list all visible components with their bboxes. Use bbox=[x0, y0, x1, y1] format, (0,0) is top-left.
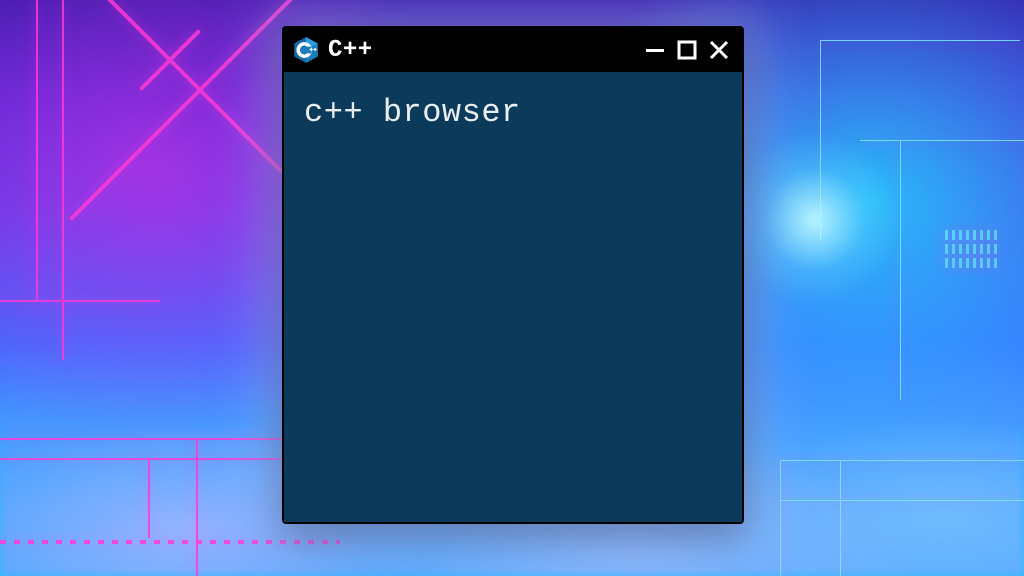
maximize-icon bbox=[677, 40, 697, 60]
maximize-button[interactable] bbox=[674, 37, 700, 63]
window-title: C++ bbox=[328, 37, 373, 64]
titlebar[interactable]: C++ bbox=[284, 28, 742, 72]
minimize-icon bbox=[644, 39, 666, 61]
cpp-hex-icon bbox=[292, 36, 320, 64]
window-content: c++ browser bbox=[284, 72, 742, 522]
app-window: C++ c++ browser bbox=[282, 26, 744, 524]
close-icon bbox=[708, 39, 730, 61]
close-button[interactable] bbox=[706, 37, 732, 63]
window-controls bbox=[642, 37, 732, 63]
minimize-button[interactable] bbox=[642, 37, 668, 63]
content-text: c++ browser bbox=[304, 94, 722, 131]
